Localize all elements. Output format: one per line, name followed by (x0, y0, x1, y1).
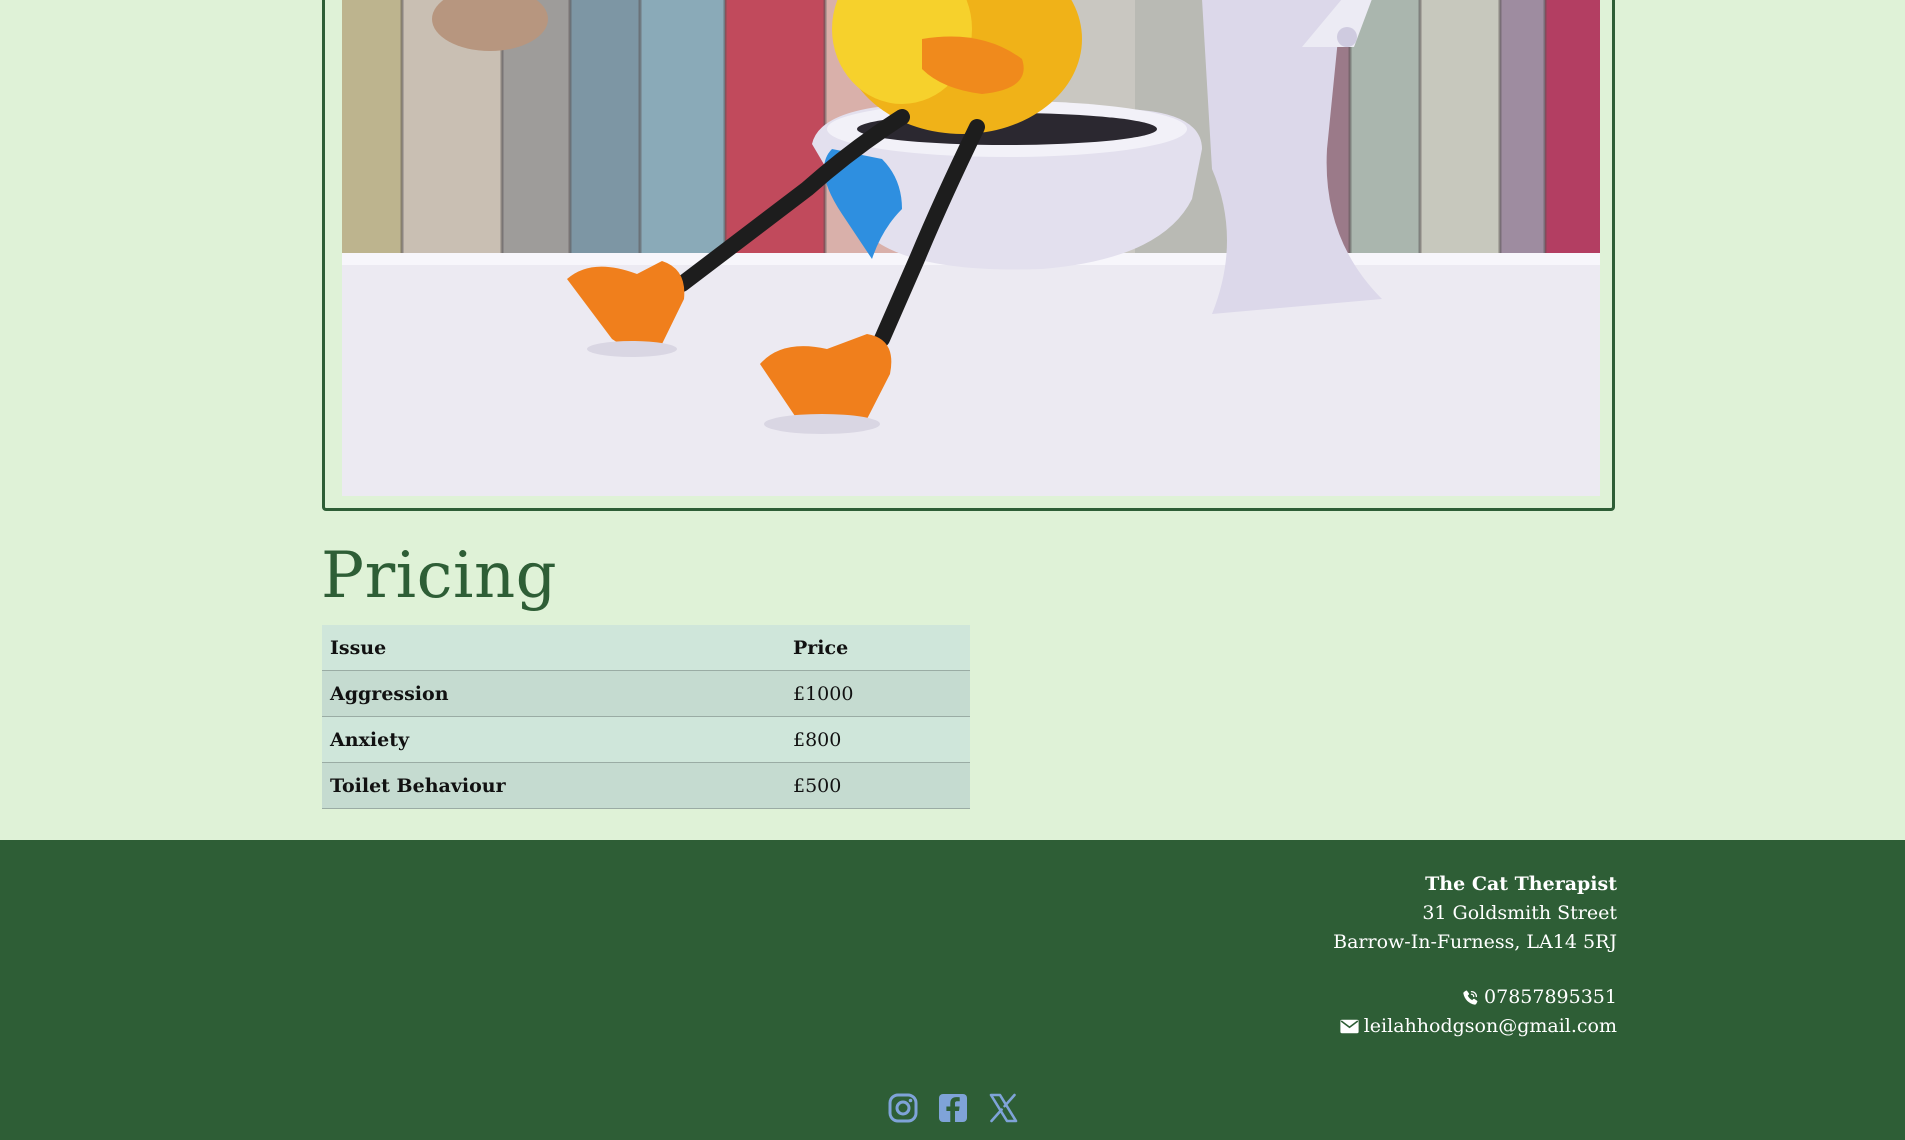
pricing-heading: Pricing (321, 539, 558, 613)
instagram-icon (888, 1093, 917, 1123)
price-cell: £800 (785, 716, 970, 763)
address-line-1: 31 Goldsmith Street (1422, 902, 1617, 924)
hero-image-card (322, 0, 1615, 511)
instagram-link[interactable] (887, 1092, 919, 1124)
x-twitter-icon (989, 1093, 1017, 1123)
contact-details: 07857895351 leilahhodgson@gmail.com (1340, 983, 1617, 1041)
phone-icon (1461, 989, 1479, 1007)
phone-link[interactable]: 07857895351 (1484, 983, 1617, 1012)
price-cell: £500 (785, 762, 970, 809)
business-address: The Cat Therapist 31 Goldsmith Street Ba… (1333, 870, 1617, 957)
price-cell: £1000 (785, 670, 970, 717)
x-twitter-link[interactable] (987, 1092, 1019, 1124)
phone-line: 07857895351 (1340, 983, 1617, 1012)
table-row: Anxiety £800 (322, 716, 970, 763)
facebook-link[interactable] (937, 1092, 969, 1124)
column-header-price: Price (785, 625, 970, 671)
table-header-row: Issue Price (322, 625, 970, 671)
pricing-table: Issue Price Aggression £1000 Anxiety £80… (322, 625, 970, 809)
issue-cell: Toilet Behaviour (322, 762, 785, 809)
social-links (0, 1092, 1905, 1124)
table-row: Aggression £1000 (322, 670, 970, 717)
column-header-issue: Issue (322, 625, 785, 671)
issue-cell: Aggression (322, 670, 785, 717)
table-row: Toilet Behaviour £500 (322, 762, 970, 809)
email-line: leilahhodgson@gmail.com (1340, 1012, 1617, 1041)
email-link[interactable]: leilahhodgson@gmail.com (1364, 1012, 1617, 1041)
envelope-icon (1340, 1019, 1359, 1034)
business-name: The Cat Therapist (1425, 873, 1617, 895)
issue-cell: Anxiety (322, 716, 785, 763)
facebook-icon (938, 1094, 967, 1122)
address-line-2: Barrow-In-Furness, LA14 5RJ (1333, 931, 1617, 953)
duck-toilet-photo (342, 0, 1600, 496)
hero-image (342, 0, 1600, 496)
site-footer: The Cat Therapist 31 Goldsmith Street Ba… (0, 840, 1905, 1140)
